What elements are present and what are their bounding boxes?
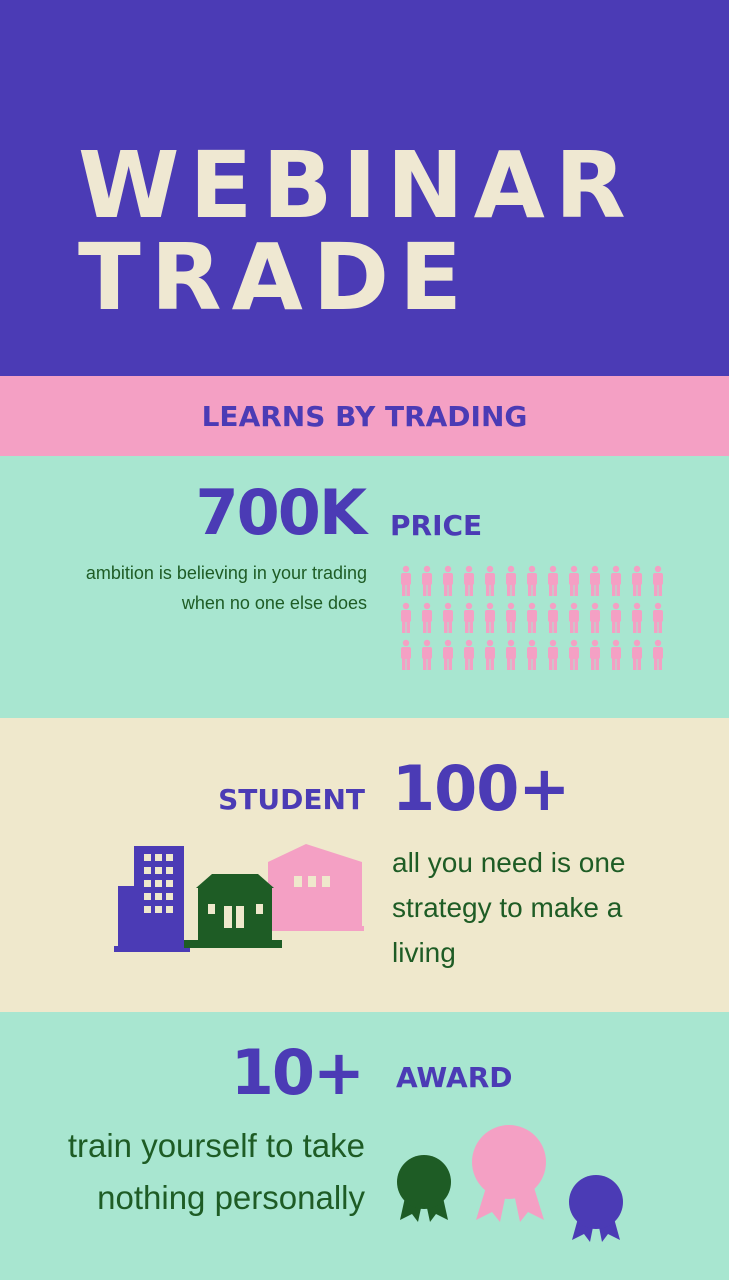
- person-icon: [422, 602, 432, 633]
- person-icon: [506, 639, 516, 670]
- student-stat: 100+: [392, 752, 570, 825]
- price-label: PRICE: [390, 509, 483, 542]
- award-description: train yourself to take nothing personall…: [67, 1127, 365, 1216]
- person-icon: [464, 602, 474, 633]
- award-stat: 10+: [230, 1036, 365, 1109]
- person-icon: [632, 565, 642, 596]
- people-grid-icon: [401, 565, 663, 670]
- person-icon: [443, 602, 453, 633]
- person-icon: [653, 639, 663, 670]
- hero-title-line2: TRADE: [78, 224, 473, 331]
- price-stat: 700K: [195, 476, 367, 549]
- award-label: AWARD: [396, 1061, 513, 1094]
- person-icon: [569, 565, 579, 596]
- award-ribbon-icon: [569, 1175, 623, 1242]
- student-section: STUDENT 100+ all you need is one strateg…: [0, 718, 729, 1012]
- person-icon: [590, 602, 600, 633]
- person-icon: [464, 565, 474, 596]
- student-label: STUDENT: [218, 783, 365, 816]
- subtitle-band: LEARNS BY TRADING: [0, 376, 729, 456]
- person-icon: [464, 639, 474, 670]
- person-icon: [590, 639, 600, 670]
- person-icon: [653, 565, 663, 596]
- warehouse-icon: [264, 844, 364, 931]
- award-ribbon-icon: [472, 1125, 546, 1222]
- price-description: ambition is believing in your trading wh…: [85, 563, 367, 613]
- person-icon: [506, 602, 516, 633]
- person-icon: [527, 565, 537, 596]
- person-icon: [485, 639, 495, 670]
- person-icon: [401, 602, 411, 633]
- office-building-icon: [114, 846, 190, 952]
- person-icon: [548, 639, 558, 670]
- person-icon: [527, 602, 537, 633]
- person-icon: [401, 639, 411, 670]
- house-icon: [184, 874, 282, 948]
- person-icon: [506, 565, 516, 596]
- subtitle-text: LEARNS BY TRADING: [201, 400, 528, 433]
- hero-banner: WEBINAR TRADE: [0, 0, 729, 376]
- person-icon: [401, 565, 411, 596]
- student-description: all you need is one strategy to make a l…: [392, 847, 626, 968]
- person-icon: [422, 639, 432, 670]
- person-icon: [632, 602, 642, 633]
- buildings-illustration: [114, 844, 364, 952]
- person-icon: [422, 565, 432, 596]
- person-icon: [569, 602, 579, 633]
- person-icon: [485, 565, 495, 596]
- person-icon: [653, 602, 663, 633]
- person-icon: [443, 565, 453, 596]
- person-icon: [632, 639, 642, 670]
- person-icon: [590, 565, 600, 596]
- award-section: 10+ AWARD train yourself to take nothing…: [0, 1012, 729, 1280]
- award-ribbon-icon: [397, 1155, 451, 1222]
- person-icon: [611, 602, 621, 633]
- person-icon: [611, 565, 621, 596]
- person-icon: [548, 602, 558, 633]
- person-icon: [485, 602, 495, 633]
- person-icon: [569, 639, 579, 670]
- hero-title-line1: WEBINAR: [78, 132, 636, 239]
- price-section: 700K PRICE ambition is believing in your…: [0, 456, 729, 718]
- award-badges-illustration: [397, 1125, 623, 1242]
- person-icon: [443, 639, 453, 670]
- person-icon: [611, 639, 621, 670]
- person-icon: [548, 565, 558, 596]
- person-icon: [527, 639, 537, 670]
